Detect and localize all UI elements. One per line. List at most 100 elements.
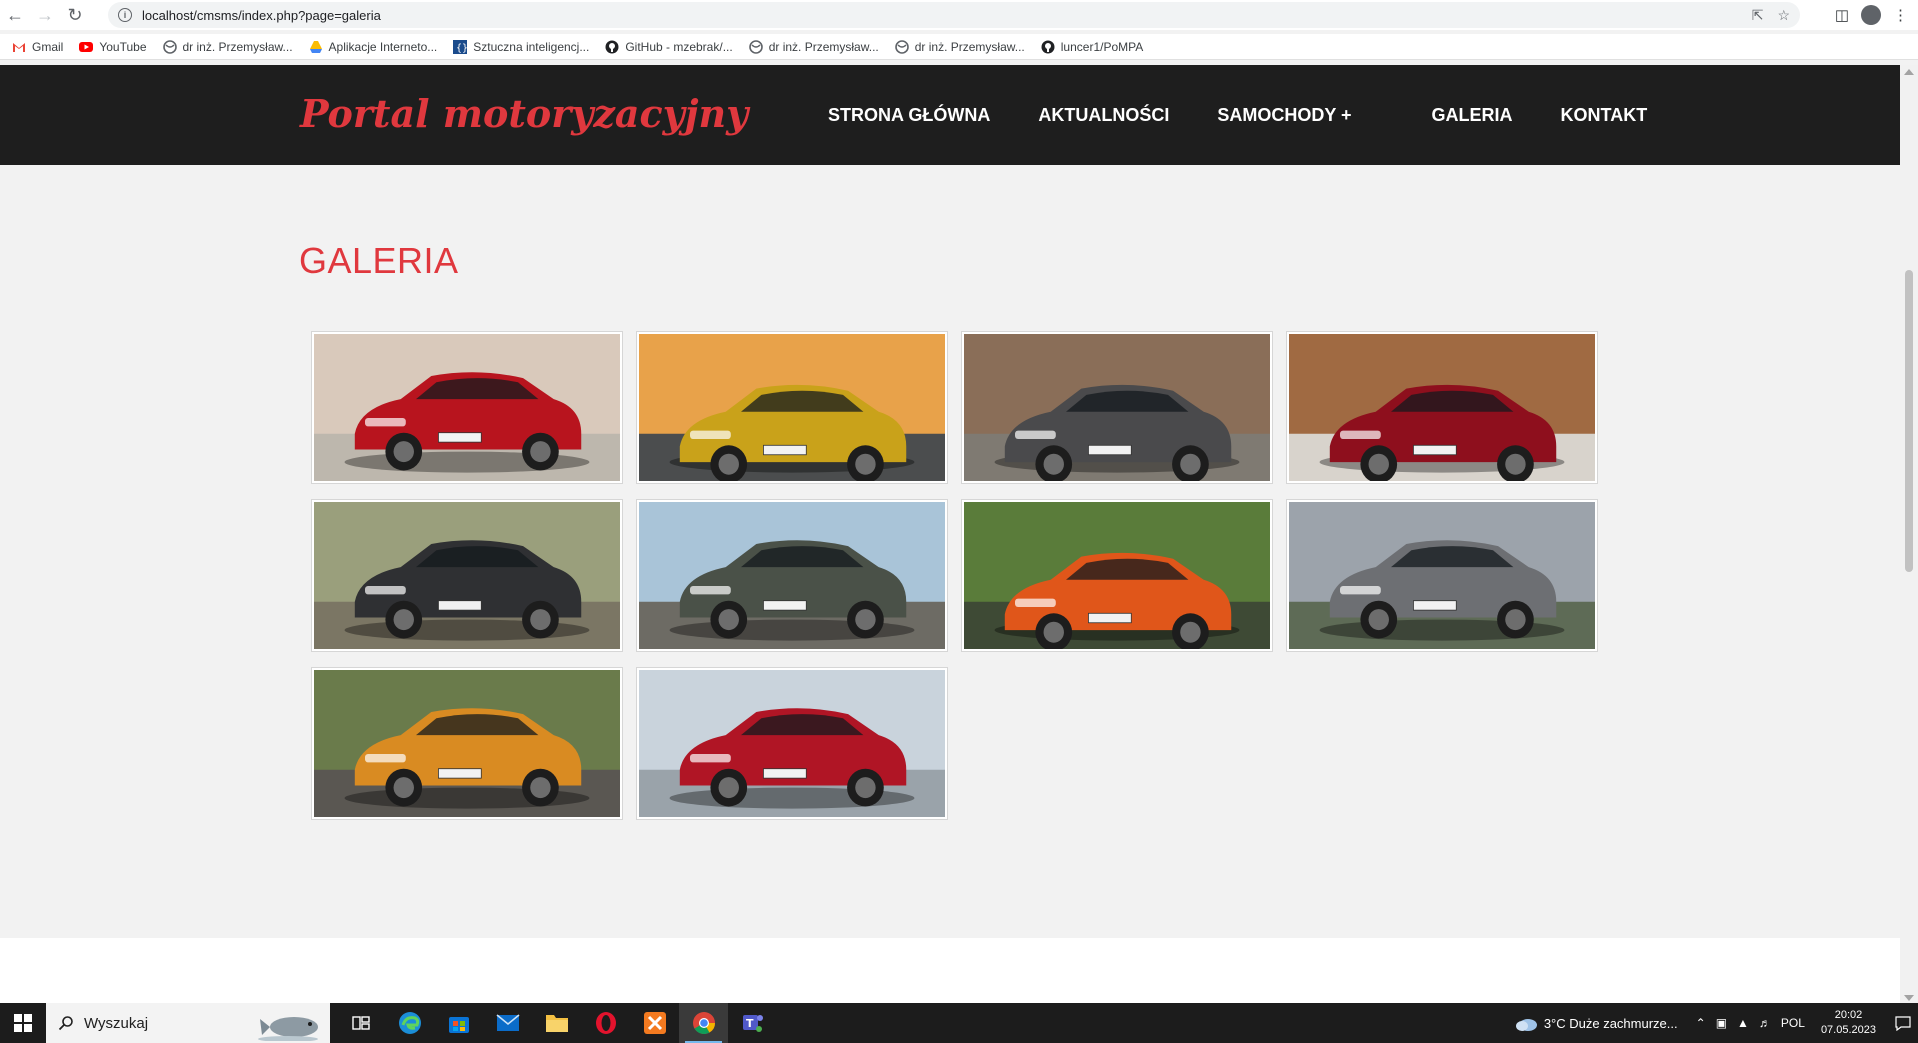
bookmark-item[interactable]: GitHub - mzebrak/... <box>605 39 733 54</box>
reload-icon[interactable]: ↻ <box>60 0 90 30</box>
black-suv-photo <box>314 502 620 649</box>
globe-icon <box>162 39 177 54</box>
language-indicator[interactable]: POL <box>1781 1016 1805 1030</box>
search-icon <box>58 1016 73 1031</box>
store-icon[interactable] <box>434 1003 483 1043</box>
bookmark-label: Aplikacje Interneto... <box>328 39 438 54</box>
page-scrollbar[interactable] <box>1900 65 1918 1005</box>
site-header: Portal motoryzacyjny STRONA GŁÓWNA AKTUA… <box>0 65 1900 165</box>
gallery-thumbnail[interactable] <box>636 331 948 484</box>
notification-icon[interactable] <box>1888 1003 1918 1043</box>
grey-muscle-car-photo <box>1289 502 1595 649</box>
file-explorer-icon[interactable] <box>532 1003 581 1043</box>
gallery-thumbnail[interactable] <box>311 667 623 820</box>
gallery-thumbnail[interactable] <box>1286 499 1598 652</box>
bookmark-item[interactable]: {} Sztuczna inteligencj... <box>453 39 590 54</box>
site-logo[interactable]: Portal motoryzacyjny <box>300 91 748 136</box>
red-coupe-photo <box>1289 334 1595 481</box>
image-gallery <box>311 331 1598 820</box>
menu-item-cars[interactable]: SAMOCHODY + <box>1217 105 1351 126</box>
bookmark-item[interactable]: Aplikacje Interneto... <box>309 39 438 54</box>
bookmark-item[interactable]: dr inż. Przemysław... <box>162 39 293 54</box>
bookmark-star-icon[interactable]: ☆ <box>1777 7 1790 24</box>
volume-icon[interactable]: ♬ <box>1759 1016 1771 1030</box>
taskbar-apps: T <box>336 1003 777 1043</box>
profile-avatar[interactable] <box>1861 5 1881 25</box>
search-placeholder: Wyszukaj <box>84 1014 149 1032</box>
browser-toolbar: ← → ↻ i localhost/cmsms/index.php?page=g… <box>0 0 1918 30</box>
bookmark-label: luncer1/PoMPA <box>1060 39 1144 54</box>
gallery-thumbnail[interactable] <box>636 499 948 652</box>
scroll-down-icon[interactable] <box>1904 995 1914 1001</box>
share-icon[interactable]: ⇱ <box>1752 7 1764 24</box>
xampp-icon[interactable] <box>630 1003 679 1043</box>
bookmark-item[interactable]: Gmail <box>12 40 63 54</box>
network-icon[interactable]: ▲ <box>1737 1016 1749 1030</box>
red-suv-photo <box>314 334 620 481</box>
side-panel-icon[interactable]: ◫ <box>1835 6 1849 24</box>
gmail-icon <box>12 40 26 54</box>
github-icon <box>1041 40 1055 54</box>
svg-text:{}: {} <box>456 43 467 54</box>
bookmark-label: dr inż. Przemysław... <box>914 39 1025 54</box>
forward-icon[interactable]: → <box>30 0 60 30</box>
scroll-thumb[interactable] <box>1905 270 1913 572</box>
back-icon[interactable]: ← <box>0 0 30 30</box>
edge-icon[interactable] <box>385 1003 434 1043</box>
weather-widget[interactable]: 3°C Duże zachmurze... <box>1514 1014 1678 1032</box>
scroll-up-icon[interactable] <box>1904 69 1914 75</box>
bookmark-label: GitHub - mzebrak/... <box>625 39 733 54</box>
mail-icon[interactable] <box>483 1003 532 1043</box>
menu-item-gallery[interactable]: GALERIA <box>1432 105 1513 126</box>
meet-icon[interactable]: ▣ <box>1716 1016 1727 1030</box>
menu-item-news[interactable]: AKTUALNOŚCI <box>1038 105 1169 126</box>
chevron-up-icon[interactable]: ⌃ <box>1696 1016 1706 1030</box>
site-info-icon[interactable]: i <box>118 8 132 22</box>
menu-item-home[interactable]: STRONA GŁÓWNA <box>828 105 990 126</box>
bookmark-label: dr inż. Przemysław... <box>182 39 293 54</box>
weather-text: 3°C Duże zachmurze... <box>1543 1015 1678 1031</box>
opera-icon[interactable] <box>581 1003 630 1043</box>
address-bar[interactable]: i localhost/cmsms/index.php?page=galeria… <box>108 2 1800 28</box>
menu-dots-icon[interactable]: ⋮ <box>1893 6 1908 24</box>
start-button[interactable] <box>0 1003 46 1043</box>
system-tray: 3°C Duże zachmurze... ⌃ ▣ ▲ ♬ POL 20:02 … <box>1514 1003 1918 1043</box>
page-title: GALERIA <box>299 240 459 281</box>
green-crossover-photo <box>639 502 945 649</box>
globe-icon <box>748 39 763 54</box>
windows-taskbar: Wyszukaj T 3°C Duże zachmurze... ⌃ ▣ ▲ ♬… <box>0 1003 1918 1043</box>
bookmark-label: dr inż. Przemysław... <box>768 39 879 54</box>
github-icon <box>605 40 619 54</box>
bookmark-item[interactable]: dr inż. Przemysław... <box>894 39 1025 54</box>
taskbar-search[interactable]: Wyszukaj <box>46 1003 330 1043</box>
main-menu: STRONA GŁÓWNA AKTUALNOŚCI SAMOCHODY + GA… <box>828 105 1695 126</box>
gallery-thumbnail[interactable] <box>961 499 1273 652</box>
bracket-icon: {} <box>453 39 468 54</box>
gallery-thumbnail[interactable] <box>311 499 623 652</box>
gallery-thumbnail[interactable] <box>636 667 948 820</box>
clock[interactable]: 20:02 07.05.2023 <box>1821 1008 1876 1038</box>
menu-item-contact[interactable]: KONTAKT <box>1561 105 1648 126</box>
youtube-icon <box>79 40 94 54</box>
grey-sedan-photo <box>964 334 1270 481</box>
gallery-thumbnail[interactable] <box>1286 331 1598 484</box>
drive-icon <box>309 40 323 54</box>
windows-logo-icon <box>14 1014 32 1032</box>
bookmark-item[interactable]: dr inż. Przemysław... <box>748 39 879 54</box>
bookmark-label: Gmail <box>32 39 64 54</box>
task-view-icon[interactable] <box>336 1003 385 1043</box>
orange-sportscar-photo <box>964 502 1270 649</box>
teams-icon[interactable]: T <box>728 1003 777 1043</box>
bookmarks-bar: Gmail YouTube dr inż. Przemysław... Aplikac… <box>0 34 1918 60</box>
gallery-thumbnail[interactable] <box>961 331 1273 484</box>
bookmark-item[interactable]: luncer1/PoMPA <box>1041 40 1143 54</box>
bookmark-label: Sztuczna inteligencj... <box>473 39 590 54</box>
gallery-thumbnail[interactable] <box>311 331 623 484</box>
bookmark-item[interactable]: YouTube <box>79 40 147 54</box>
red-electric-sedan-photo <box>639 670 945 817</box>
search-highlight-icon <box>258 1017 318 1041</box>
globe-icon <box>894 39 909 54</box>
url-text[interactable]: localhost/cmsms/index.php?page=galeria <box>142 8 381 23</box>
yellow-hatchback-photo <box>639 334 945 481</box>
chrome-icon[interactable] <box>679 1003 728 1043</box>
